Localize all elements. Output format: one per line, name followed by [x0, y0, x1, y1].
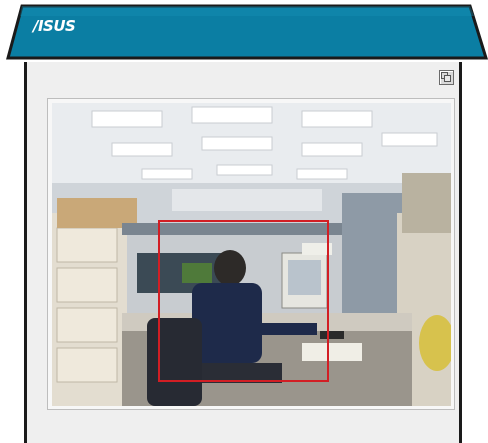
camera-video-feed[interactable]: [52, 103, 451, 406]
header-banner: /ISUS: [0, 0, 488, 66]
asus-logo: /ISUS: [33, 17, 76, 35]
motion-detection-region[interactable]: [158, 220, 329, 382]
window-toggle-button[interactable]: [439, 70, 454, 85]
window-toggle-icon: [441, 72, 451, 82]
viewer-panel: [24, 62, 462, 443]
video-frame: [47, 98, 455, 410]
